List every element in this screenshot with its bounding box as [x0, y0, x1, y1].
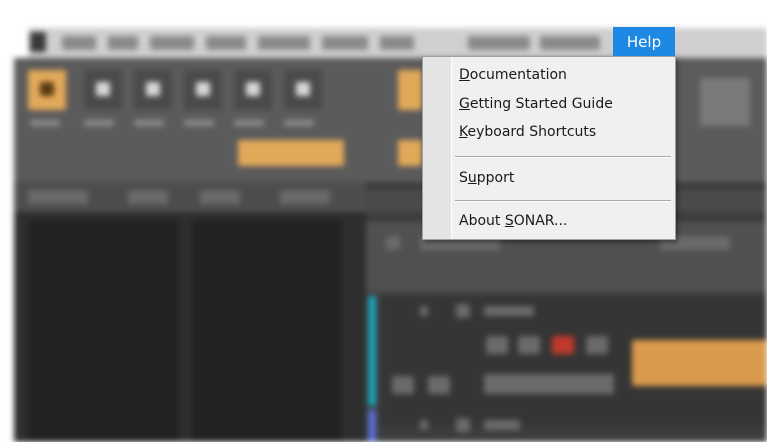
access-key: D [459, 67, 470, 83]
browser-tab[interactable] [280, 190, 330, 204]
track-color-strip [368, 410, 376, 442]
tool-label [134, 120, 164, 126]
browser-column [192, 220, 342, 442]
menu-item-utilities-2[interactable] [468, 36, 530, 50]
menu-item-support[interactable]: Support [459, 170, 514, 186]
menu-item-text: eyboard Shortcuts [467, 124, 597, 140]
menu-item-utilities[interactable] [380, 36, 414, 50]
access-key: S [504, 213, 514, 229]
audio-clip[interactable] [632, 340, 767, 386]
track-icon [456, 418, 470, 432]
menu-item-project[interactable] [322, 36, 368, 50]
menu-icon-gutter [423, 57, 452, 239]
edit-icon [196, 82, 210, 96]
smart-tool-button[interactable] [28, 70, 66, 110]
browser-tab[interactable] [28, 190, 88, 204]
menu-item-help[interactable]: Help [613, 27, 675, 57]
transport-tool-button[interactable] [398, 70, 422, 110]
record-arm-button[interactable] [552, 336, 574, 354]
select-tool-button[interactable] [84, 70, 122, 110]
tool-label [234, 120, 264, 126]
tool-label [184, 120, 214, 126]
menu-item-keyboard-shortcuts[interactable]: Keyboard Shortcuts [459, 124, 596, 140]
access-key: u [467, 170, 477, 186]
menu-item-text: ONAR... [513, 213, 568, 229]
browser-tab[interactable] [128, 190, 168, 204]
tool-label [284, 120, 314, 126]
menu-item-getting-started-guide[interactable]: Getting Started Guide [459, 96, 613, 112]
track-tool-button[interactable] [392, 376, 414, 394]
help-dropdown-menu: Documentation Getting Started Guide Keyb… [422, 56, 676, 240]
menu-item-window[interactable] [540, 36, 600, 50]
play-button[interactable] [700, 78, 750, 126]
menu-item-insert[interactable] [206, 36, 246, 50]
menu-item-text: ocumentation [469, 67, 567, 83]
tool-label [30, 120, 60, 126]
help-menu-label: Help [626, 33, 662, 51]
menu-item-edit[interactable] [108, 36, 138, 50]
menu-item-text: etting Started Guide [469, 96, 613, 112]
track-color-strip [368, 296, 376, 406]
menu-item-views[interactable] [150, 36, 194, 50]
browser-tab[interactable] [200, 190, 240, 204]
cursor-icon [96, 82, 110, 96]
menu-item-text: pport [476, 170, 515, 186]
menu-item-text: S [459, 170, 468, 186]
draw-tool-button[interactable] [234, 70, 272, 110]
track-name[interactable] [484, 306, 534, 316]
add-track-icon[interactable] [386, 236, 400, 250]
edit-tool-button[interactable] [184, 70, 222, 110]
access-key: G [459, 96, 470, 112]
menu-item-process[interactable] [258, 36, 310, 50]
move-icon [146, 82, 160, 96]
track-icon [456, 304, 470, 318]
transport-field[interactable] [398, 140, 422, 166]
erase-tool-button[interactable] [284, 70, 322, 110]
browser-column [28, 220, 178, 442]
track-name[interactable] [484, 420, 520, 430]
mute-button[interactable] [486, 336, 508, 354]
snap-value-field[interactable] [238, 140, 344, 166]
menu-separator [455, 200, 671, 202]
track-number [420, 306, 428, 316]
menu-item-about-sonar[interactable]: About SONAR... [459, 213, 567, 229]
input-echo-button[interactable] [586, 336, 608, 354]
track-dropdown[interactable] [484, 374, 614, 394]
track-tool-button[interactable] [428, 376, 450, 394]
menu-item-file[interactable] [62, 36, 96, 50]
menu-item-text: About [459, 213, 505, 229]
move-tool-button[interactable] [134, 70, 172, 110]
solo-button[interactable] [518, 336, 540, 354]
smart-tool-icon [40, 82, 54, 96]
track-number [420, 420, 428, 430]
pencil-icon [246, 82, 260, 96]
menu-separator [455, 156, 671, 158]
tool-label [84, 120, 114, 126]
eraser-icon [296, 82, 310, 96]
app-logo-icon [30, 32, 46, 52]
menu-item-documentation[interactable]: Documentation [459, 67, 567, 83]
